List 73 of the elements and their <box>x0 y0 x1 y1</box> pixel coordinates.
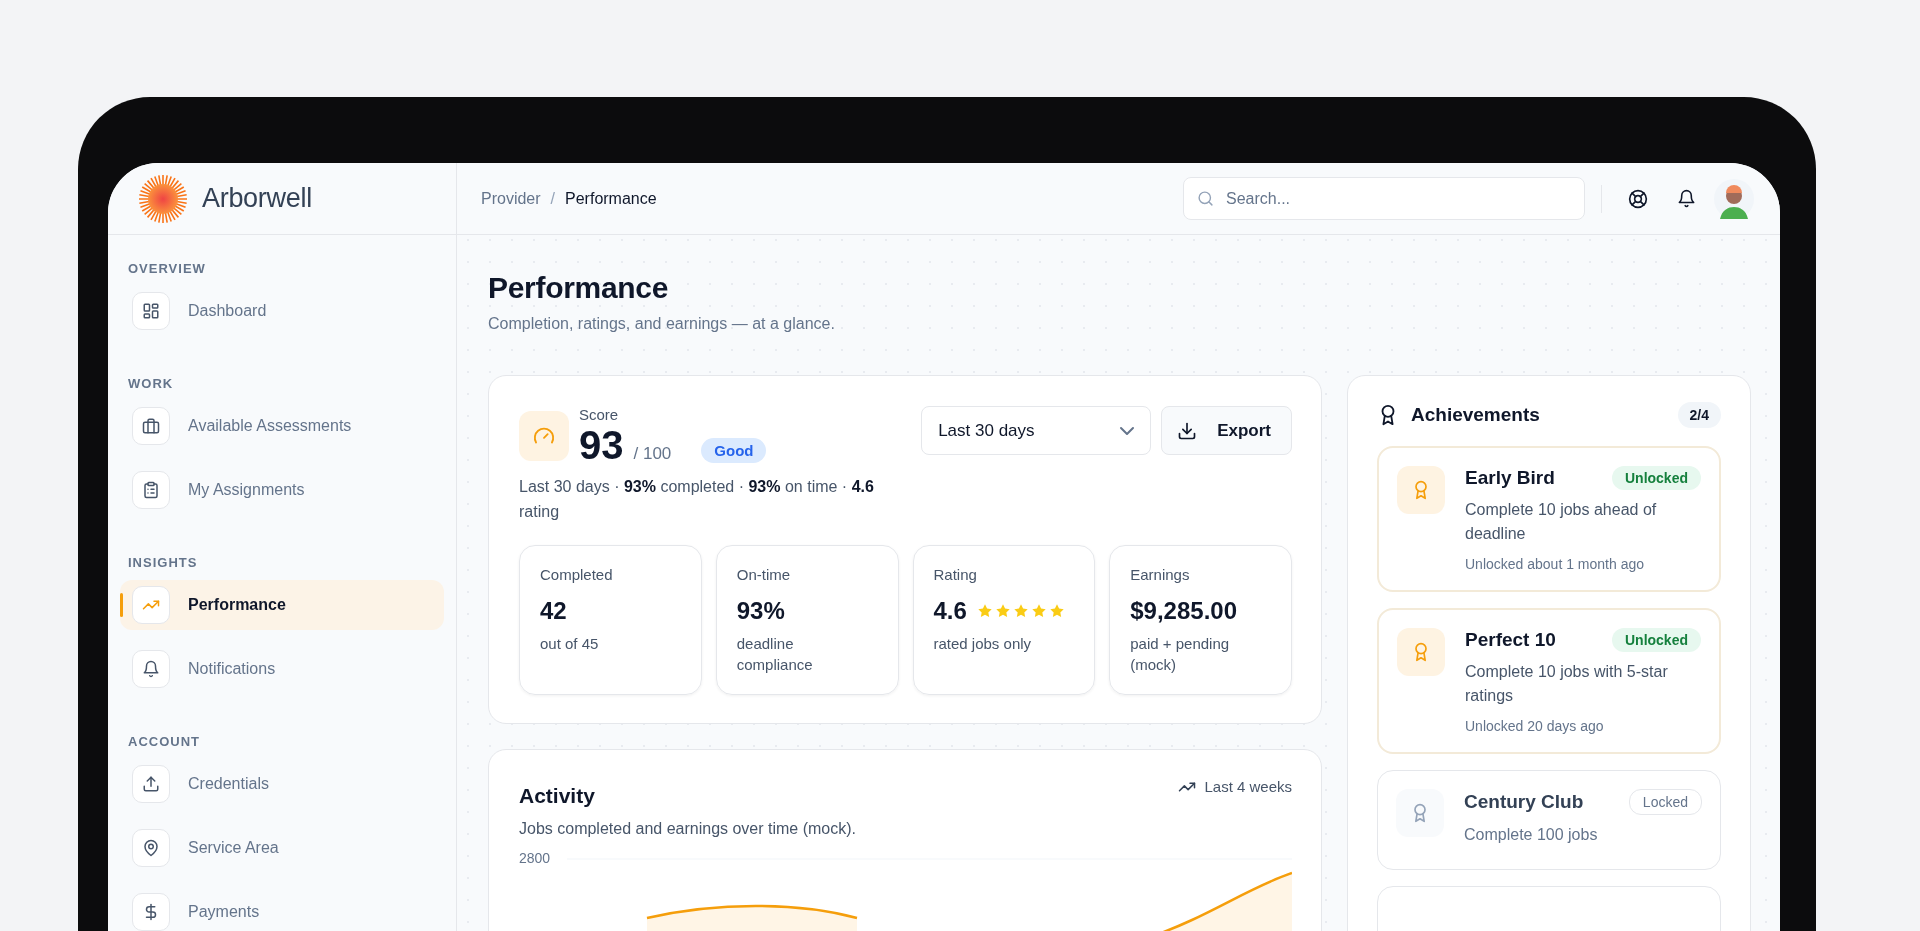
stat-label: Completed <box>540 565 613 583</box>
unlock-time: Unlocked about 1 month ago <box>1465 556 1644 572</box>
status-badge: Unlocked <box>1612 628 1701 652</box>
filled-star-icon <box>976 602 993 619</box>
export-button[interactable]: Export <box>1161 406 1292 455</box>
nav-item[interactable]: Notifications <box>120 644 444 694</box>
page-subtitle: Completion, ratings, and earnings — at a glance. <box>488 315 835 333</box>
card-subtitle: Jobs completed and earnings over time (mock). <box>519 819 858 838</box>
achievement-description: Complete 10 jobs ahead of deadline <box>1465 500 1658 544</box>
unlock-time: Unlocked 20 days ago <box>1465 718 1604 734</box>
bell-icon <box>142 660 160 678</box>
filled-star-icon <box>1048 602 1065 619</box>
achievement-title: Century Club <box>1464 791 1584 813</box>
filled-star-icon <box>994 602 1011 619</box>
brand-name: Arborwell <box>202 183 312 214</box>
status-badge: Good <box>701 437 767 463</box>
stat-value: 42 <box>540 596 567 625</box>
search-field[interactable]: Search... <box>1183 177 1585 220</box>
nav-item[interactable]: Service Area <box>120 823 444 873</box>
avatar[interactable] <box>1714 178 1754 219</box>
score-label: Score <box>579 406 619 423</box>
lifebuoy-icon <box>1628 188 1648 209</box>
search-icon <box>1197 190 1214 207</box>
stat-note: rated jobs only <box>933 633 1032 654</box>
count-badge: 2/4 <box>1677 402 1721 428</box>
breadcrumb-item[interactable]: Provider <box>481 189 541 208</box>
filled-star-icon <box>1030 602 1047 619</box>
score-summary: Last 30 days · 93% completed · 93% on time · 4.6 rating <box>519 477 875 522</box>
briefcase-icon <box>142 417 160 435</box>
stat-label: Rating <box>933 565 977 583</box>
stat-value: $9,285.00 <box>1130 596 1238 625</box>
section-label: INSIGHTS <box>127 554 198 572</box>
range-label: Last 4 weeks <box>1204 778 1292 796</box>
score-value: 93 <box>579 423 624 467</box>
stat-label: On-time <box>736 565 791 583</box>
nav-item[interactable]: Credentials <box>120 759 444 809</box>
card-title: Achievements <box>1411 404 1541 426</box>
achievement-description: Complete 10 jobs with 5-star ratings <box>1465 662 1669 706</box>
upload-icon <box>142 775 160 793</box>
section-label: OVERVIEW <box>127 260 206 278</box>
stat-note: out of 45 <box>540 633 599 654</box>
bell-icon <box>1676 189 1696 208</box>
stat-note: paid + pending (mock) <box>1130 633 1231 676</box>
achievement-title: Perfect 10 <box>1465 629 1556 651</box>
achievement-description: Complete 100 jobs <box>1464 825 1598 845</box>
breadcrumb-separator: / <box>550 189 556 208</box>
stat-value: 4.6 <box>933 596 967 625</box>
section-label: ACCOUNT <box>127 733 200 751</box>
nav-item[interactable]: Available Assessments <box>120 401 444 451</box>
stat-value: 93% <box>736 596 785 625</box>
section-label: WORK <box>127 375 174 393</box>
breadcrumb-item: Performance <box>565 189 657 208</box>
period-dropdown[interactable]: Last 30 days <box>921 406 1152 455</box>
nav-item[interactable]: Payments <box>120 887 444 931</box>
chevron-down-icon <box>1120 426 1135 435</box>
stat-note: deadline compliance <box>736 633 814 676</box>
page-title: Performance <box>488 271 669 305</box>
filled-star-icon <box>1012 602 1029 619</box>
clipboard-icon <box>142 481 160 499</box>
nav-item[interactable]: Performance <box>120 580 444 630</box>
stat-label: Earnings <box>1130 565 1190 583</box>
score-max: / 100 <box>633 444 672 464</box>
sunburst-logo-icon <box>138 173 188 224</box>
dashboard-grid-icon <box>142 302 160 320</box>
download-icon <box>1177 420 1198 441</box>
achievement-title: Early Bird <box>1465 467 1555 489</box>
axis-label: 2800 <box>519 849 552 866</box>
status-badge: Unlocked <box>1612 466 1701 490</box>
nav-item[interactable]: My Assignments <box>120 465 444 515</box>
card-title: Activity <box>519 783 595 808</box>
map-pin-icon <box>142 839 160 857</box>
status-badge: Locked <box>1628 789 1702 815</box>
nav-item[interactable]: Dashboard <box>120 286 444 336</box>
